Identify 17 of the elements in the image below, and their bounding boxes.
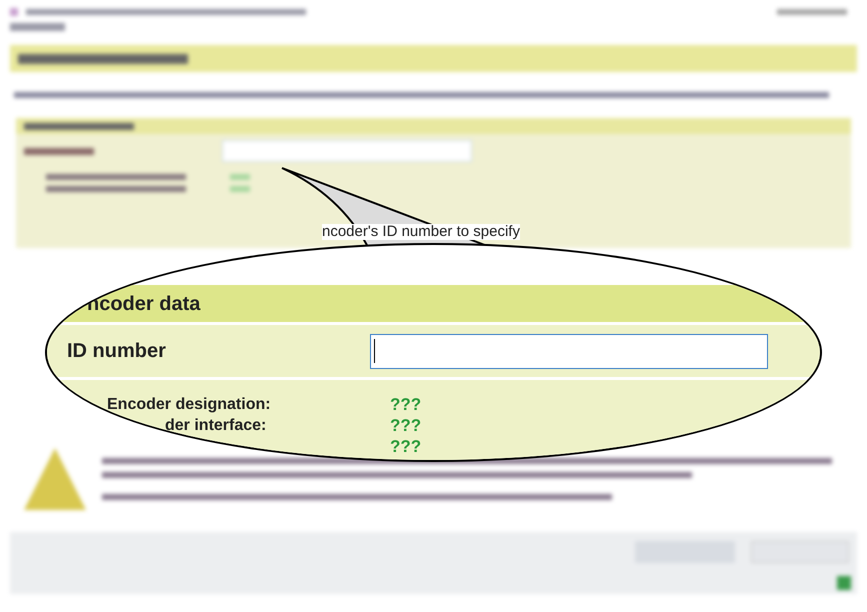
blurred-value: [230, 174, 250, 180]
id-number-field[interactable]: [370, 334, 768, 368]
blurred-value: [230, 186, 250, 192]
status-icon: [837, 576, 851, 590]
app-icon: [10, 8, 18, 16]
row-label: der interface:: [164, 416, 268, 434]
field-label: ID number: [66, 339, 167, 364]
window-controls[interactable]: [777, 9, 847, 15]
blurred-label: [24, 148, 94, 154]
row-label: Encoder designation:: [106, 396, 272, 414]
id-input-field[interactable]: [222, 140, 472, 162]
row-value: ???: [390, 416, 422, 434]
row-value: ???: [390, 438, 422, 456]
section-title: ncoder data: [87, 292, 200, 316]
row-value: ???: [390, 396, 422, 414]
callout-caption: ncoder's ID number to specify: [322, 224, 520, 240]
blurred-menu-bar[interactable]: [10, 23, 65, 31]
